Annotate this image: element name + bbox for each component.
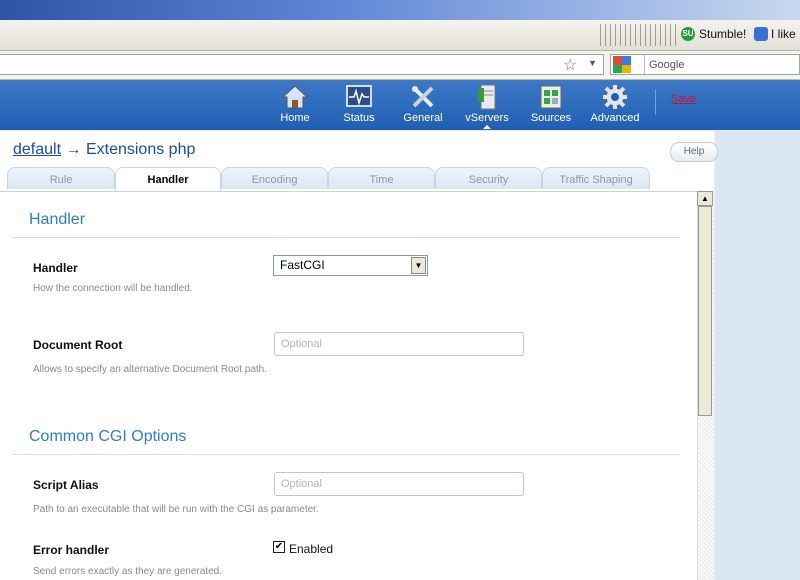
tab-rule[interactable]: Rule — [7, 167, 115, 189]
nav-sources[interactable]: Sources — [520, 84, 582, 124]
breadcrumb: default → Extensions php — [13, 141, 195, 159]
section-divider — [13, 237, 680, 238]
handler-label: Handler — [33, 261, 78, 275]
toolbar-grip[interactable] — [600, 24, 678, 46]
like-button[interactable]: I like — [754, 27, 796, 41]
nav-label: Advanced — [590, 112, 640, 124]
tools-icon — [409, 84, 437, 110]
handler-select[interactable]: FastCGI ▼ — [273, 255, 428, 276]
error-handler-checkbox-label[interactable]: Enabled — [289, 542, 333, 556]
nav-label: Status — [343, 112, 375, 124]
search-divider — [644, 55, 645, 74]
tab-security[interactable]: Security — [435, 167, 542, 189]
document-root-input[interactable]: Optional — [274, 332, 524, 356]
tab-traffic-shaping[interactable]: Traffic Shaping — [542, 167, 650, 189]
address-dropdown-icon[interactable]: ▼ — [588, 58, 597, 68]
help-button[interactable]: Help — [670, 142, 718, 162]
window-titlebar — [0, 0, 800, 20]
like-label: I like — [771, 27, 796, 41]
header-divider — [655, 89, 656, 115]
section-title-cgi: Common CGI Options — [29, 428, 187, 445]
stumble-label: Stumble! — [699, 27, 747, 41]
nav-home[interactable]: Home — [264, 84, 326, 124]
chevron-down-icon[interactable]: ▼ — [411, 257, 426, 274]
save-button[interactable]: Save — [671, 93, 696, 105]
handler-select-value: FastCGI — [280, 258, 325, 272]
nav-label: Home — [280, 112, 310, 124]
section-divider — [13, 454, 680, 455]
document-root-label: Document Root — [33, 338, 123, 352]
thumbs-up-icon — [754, 27, 768, 41]
nav-vservers[interactable]: vServers — [456, 84, 518, 129]
scroll-up-arrow-icon[interactable]: ▲ — [697, 191, 713, 206]
search-placeholder: Google — [649, 59, 685, 71]
error-handler-label: Error handler — [33, 543, 110, 557]
gear-icon — [601, 84, 629, 110]
breadcrumb-arrow: → — [65, 141, 82, 158]
scrollbar-thumb[interactable] — [698, 206, 712, 416]
google-icon[interactable] — [613, 56, 631, 73]
tab-time[interactable]: Time — [328, 167, 435, 189]
page-title: Extensions php — [85, 141, 196, 158]
bookmark-star-icon[interactable]: ☆ — [563, 55, 577, 75]
breadcrumb-root-link[interactable]: default — [13, 141, 61, 158]
right-panel — [715, 131, 800, 580]
nav-label: vServers — [465, 112, 509, 124]
status-monitor-icon — [345, 84, 373, 110]
nav-label: Sources — [530, 112, 572, 124]
tab-encoding[interactable]: Encoding — [221, 167, 328, 189]
script-alias-hint: Path to an executable that will be run w… — [33, 504, 319, 515]
search-box[interactable] — [610, 54, 800, 75]
section-title-handler: Handler — [29, 211, 86, 228]
tab-handler[interactable]: Handler — [115, 167, 221, 191]
nav-label: General — [403, 112, 443, 124]
error-handler-hint: Send errors exactly as they are generate… — [33, 566, 222, 577]
handler-hint: How the connection will be handled. — [33, 283, 193, 294]
server-icon — [473, 84, 501, 110]
document-root-hint: Allows to specify an alternative Documen… — [33, 364, 268, 375]
nav-advanced[interactable]: Advanced — [584, 84, 646, 124]
stumbleupon-icon: SU — [681, 27, 695, 41]
nav-general[interactable]: General — [392, 84, 454, 124]
nav-status[interactable]: Status — [328, 84, 390, 124]
script-alias-label: Script Alias — [33, 478, 99, 492]
error-handler-checkbox[interactable]: ✔ — [273, 541, 285, 553]
sources-icon — [537, 84, 565, 110]
active-indicator — [483, 125, 491, 129]
script-alias-input[interactable]: Optional — [274, 472, 524, 496]
home-icon — [281, 84, 309, 110]
stumble-button[interactable]: SU Stumble! — [681, 27, 746, 41]
address-bar[interactable] — [0, 54, 604, 75]
browser-toolbar — [0, 20, 800, 51]
